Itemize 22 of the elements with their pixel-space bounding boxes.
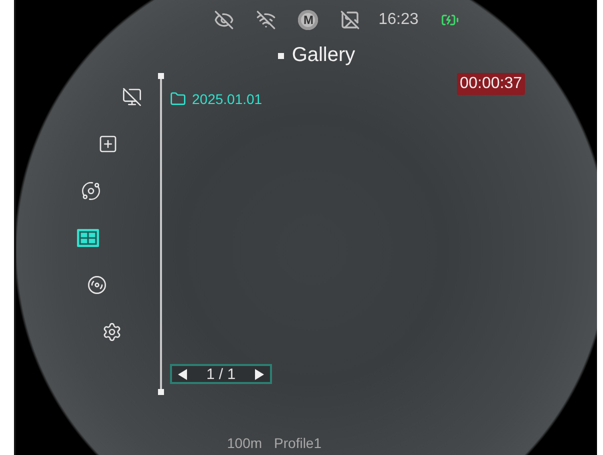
disc-icon [87,275,107,296]
bullet-icon [278,52,284,59]
profile-label: Profile1 [274,435,322,451]
prev-page-icon[interactable] [178,368,187,380]
page-title: Gallery [292,44,356,68]
orbit-icon [81,181,101,202]
wifi-off-icon [256,10,276,30]
eye-off-icon [214,10,234,30]
monitor-off-icon [122,87,142,108]
folder-name: 2025.01.01 [192,91,262,108]
folder-item[interactable]: 2025.01.01 [170,91,262,108]
settings-icon [102,322,122,342]
grid-icon [77,229,99,248]
folder-icon [170,91,186,108]
page-counter: 1 / 1 [206,366,236,383]
distance-label: 100m [227,435,262,451]
next-page-icon[interactable] [255,368,264,380]
plus-square-icon [98,134,118,154]
mode-badge: M [298,10,318,30]
image-off-icon [340,10,360,30]
clock-time: 16:23 [378,10,419,29]
recording-timer: 00:00:37 [456,73,525,96]
